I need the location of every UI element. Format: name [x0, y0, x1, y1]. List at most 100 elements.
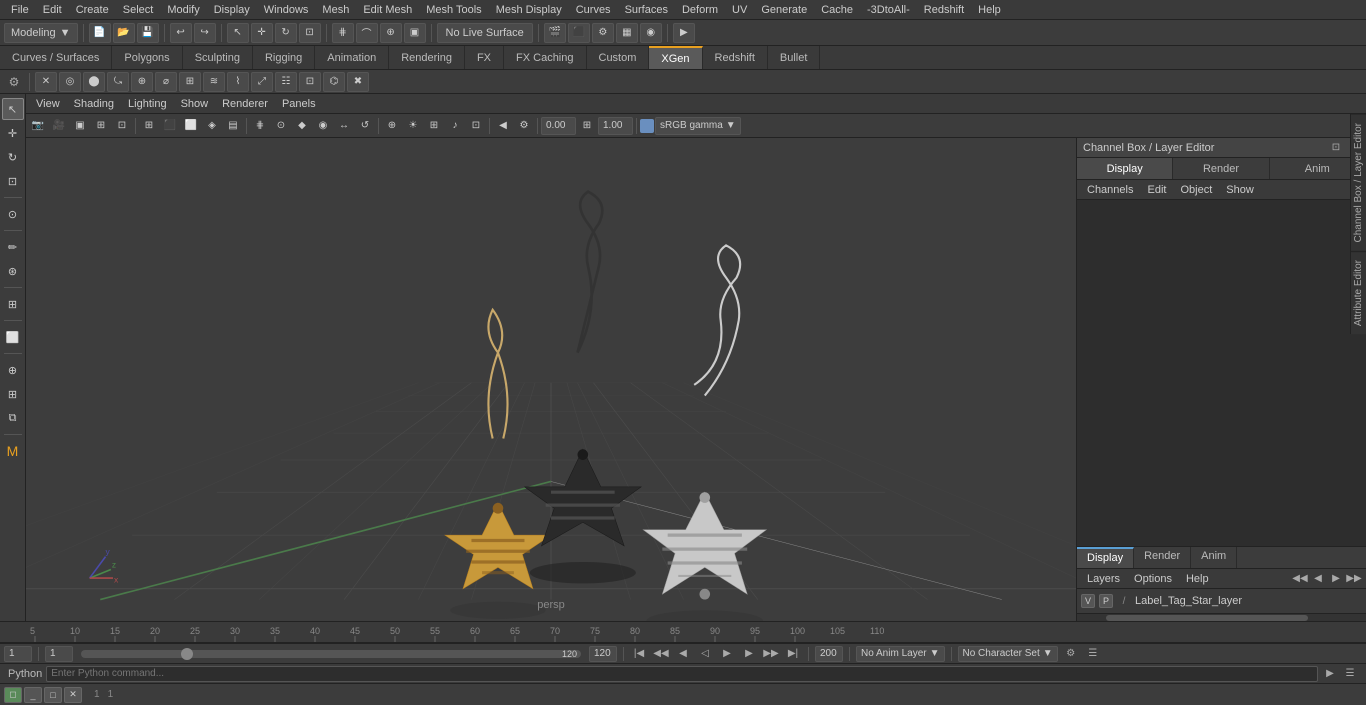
layer-arrow-left[interactable]: ◀	[1310, 571, 1326, 587]
range-slider[interactable]: 120	[81, 650, 581, 658]
menu-modify[interactable]: Modify	[160, 2, 206, 18]
render-btn[interactable]: 🎬	[544, 23, 566, 43]
panel-float-btn[interactable]: ⊡	[1329, 141, 1343, 155]
coord-scale[interactable]: 1.00	[598, 117, 633, 135]
display-btn[interactable]: ◉	[640, 23, 662, 43]
menu-edit-mesh[interactable]: Edit Mesh	[356, 2, 419, 18]
layer-tab-render[interactable]: Render	[1134, 547, 1191, 568]
playback-end-btn[interactable]: ▶|	[784, 646, 802, 662]
range-start-field[interactable]: 1	[45, 646, 73, 662]
playback-start-btn[interactable]: |◀	[630, 646, 648, 662]
playback-end-field[interactable]: 200	[815, 646, 843, 662]
snap-surface-btn[interactable]: ▣	[404, 23, 426, 43]
tab-bullet[interactable]: Bullet	[768, 46, 821, 69]
wireframe-btn[interactable]: ⊞	[139, 117, 159, 135]
character-set-dropdown[interactable]: No Character Set ▼	[958, 646, 1058, 662]
snap-point-btn[interactable]: ⊕	[380, 23, 402, 43]
menu-uv[interactable]: UV	[725, 2, 754, 18]
menu-display[interactable]: Display	[207, 2, 257, 18]
layer-arrow-right[interactable]: ▶	[1328, 571, 1344, 587]
playback-next-btn[interactable]: ▶	[740, 646, 758, 662]
smooth-btn[interactable]: ◈	[202, 117, 222, 135]
move-tool-btn[interactable]: ✛	[251, 23, 273, 43]
combine-btn[interactable]: ⧉	[2, 407, 24, 429]
cb-menu-object[interactable]: Object	[1174, 182, 1218, 198]
textured-btn[interactable]: ⬜	[181, 117, 201, 135]
cb-menu-channels[interactable]: Channels	[1081, 182, 1139, 198]
shadow-btn[interactable]: ◆	[292, 117, 312, 135]
tab-polygons[interactable]: Polygons	[112, 46, 182, 69]
viewport-mode-btn[interactable]: ▣	[70, 117, 90, 135]
layer-arrow-left-left[interactable]: ◀◀	[1292, 571, 1308, 587]
playback-play-btn[interactable]: ▶	[718, 646, 736, 662]
edge-tab-attribute-editor[interactable]: Attribute Editor	[1351, 251, 1366, 334]
tab-curves-surfaces[interactable]: Curves / Surfaces	[0, 46, 112, 69]
rotate-tool-left[interactable]: ↻	[2, 146, 24, 168]
xgen-btn-6[interactable]: ⌀	[155, 72, 177, 92]
scale-tool-btn[interactable]: ⊡	[299, 23, 321, 43]
timeline[interactable]: 5 10 15 20 25 30 35 40 45 50 55 60 65 70…	[0, 621, 1366, 643]
menu-cache[interactable]: Cache	[814, 2, 860, 18]
python-history-icon[interactable]: ☰	[1342, 666, 1358, 682]
layer-playback-btn[interactable]: P	[1099, 594, 1113, 608]
bookmark-btn[interactable]: ◀	[493, 117, 513, 135]
workspace-dropdown[interactable]: Modeling ▼	[4, 23, 78, 43]
playback-prev-btn[interactable]: ◀	[674, 646, 692, 662]
layer-tab-display[interactable]: Display	[1077, 547, 1134, 568]
vp-menu-view[interactable]: View	[30, 96, 66, 112]
move-tool-left[interactable]: ✛	[2, 122, 24, 144]
camera-btn[interactable]: 📷	[28, 117, 48, 135]
motion-btn[interactable]: ↔	[334, 117, 354, 135]
window-close-btn[interactable]: ✕	[64, 687, 82, 703]
python-input[interactable]	[46, 666, 1318, 682]
menu-mesh-tools[interactable]: Mesh Tools	[419, 2, 488, 18]
vp-btn5[interactable]: ⊡	[112, 117, 132, 135]
obj-filter-btn[interactable]: ⊕	[382, 117, 402, 135]
cb-menu-edit[interactable]: Edit	[1141, 182, 1172, 198]
xgen-btn-3[interactable]: ⬤	[83, 72, 105, 92]
xgen-btn-10[interactable]: ⤢	[251, 72, 273, 92]
paint-tool-btn[interactable]: ✏	[2, 236, 24, 258]
menu-create[interactable]: Create	[69, 2, 116, 18]
layer-tab-anim[interactable]: Anim	[1191, 547, 1237, 568]
xgen-btn-9[interactable]: ⌇	[227, 72, 249, 92]
xgen-btn-8[interactable]: ≋	[203, 72, 225, 92]
grid-btn[interactable]: ⋕	[250, 117, 270, 135]
lo-options[interactable]: Options	[1128, 571, 1178, 587]
python-execute-icon[interactable]: ▶	[1322, 666, 1338, 682]
select-tool-btn[interactable]: ↖	[227, 23, 249, 43]
tab-sculpting[interactable]: Sculpting	[183, 46, 253, 69]
isolate-btn[interactable]: ⊞	[91, 117, 111, 135]
xgen-btn-11[interactable]: ☷	[275, 72, 297, 92]
tab-rigging[interactable]: Rigging	[253, 46, 315, 69]
tab-animation[interactable]: Animation	[315, 46, 389, 69]
render-settings-btn[interactable]: ⚙	[592, 23, 614, 43]
playback-play-back-btn[interactable]: ◁	[696, 646, 714, 662]
lo-help[interactable]: Help	[1180, 571, 1215, 587]
coord-x[interactable]: 0.00	[541, 117, 576, 135]
window-minimize-btn[interactable]: _	[24, 687, 42, 703]
layer-visibility-btn[interactable]: V	[1081, 594, 1095, 608]
anim-settings-btn[interactable]: ⚙	[1062, 646, 1080, 662]
anim-layer-dropdown[interactable]: No Anim Layer ▼	[856, 646, 945, 662]
ao-btn[interactable]: ◉	[313, 117, 333, 135]
cb-menu-show[interactable]: Show	[1220, 182, 1260, 198]
new-file-btn[interactable]: 📄	[89, 23, 111, 43]
tab-custom[interactable]: Custom	[587, 46, 650, 69]
menu-select[interactable]: Select	[116, 2, 161, 18]
menu-generate[interactable]: Generate	[754, 2, 814, 18]
mesh-ops-btn[interactable]: ⊕	[2, 359, 24, 381]
vp-menu-lighting[interactable]: Lighting	[122, 96, 173, 112]
redo-btn[interactable]: ↪	[194, 23, 216, 43]
resolution-btn[interactable]: ▦	[616, 23, 638, 43]
cb-tab-display[interactable]: Display	[1077, 158, 1173, 179]
settings-btn[interactable]: ⚙	[514, 117, 534, 135]
layer-scrollbar[interactable]	[1077, 613, 1366, 621]
snap-grid-btn[interactable]: ⋕	[332, 23, 354, 43]
tab-rendering[interactable]: Rendering	[389, 46, 465, 69]
menu-curves[interactable]: Curves	[569, 2, 618, 18]
xgen-btn-12[interactable]: ⊡	[299, 72, 321, 92]
rotate-tool-btn[interactable]: ↻	[275, 23, 297, 43]
more-btn[interactable]: ▶	[673, 23, 695, 43]
tab-xgen[interactable]: XGen	[649, 46, 702, 69]
